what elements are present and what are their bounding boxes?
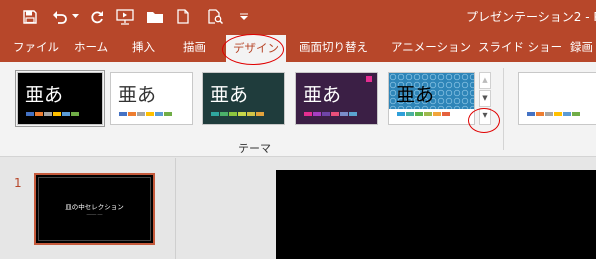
theme-preview-text: 亜あ — [118, 84, 157, 106]
tab-file[interactable]: ファイル — [13, 33, 59, 62]
undo-dropdown-icon[interactable] — [70, 0, 80, 33]
theme-color-swatches — [211, 112, 265, 116]
tab-home[interactable]: ホーム — [74, 33, 108, 62]
themes-group-label: テーマ — [238, 142, 271, 155]
present-from-start-icon[interactable] — [114, 0, 136, 33]
theme-color-swatches — [26, 112, 80, 116]
slide-number: 1 — [14, 176, 22, 190]
theme-color-swatches — [304, 112, 358, 116]
slide-title-text: 皿の中セレクション — [65, 203, 124, 211]
tab-transitions[interactable]: 画面切り替え — [299, 33, 368, 62]
redo-icon[interactable] — [88, 0, 106, 33]
theme-thumbnail[interactable]: 亜あ — [15, 70, 105, 127]
new-document-icon[interactable] — [174, 0, 192, 33]
theme-thumbnail[interactable]: 亜あ — [110, 72, 193, 125]
theme-preview-text: 亜あ — [303, 84, 342, 106]
theme-accent-block — [366, 76, 372, 82]
theme-thumbnail[interactable]: 亜あ — [202, 72, 285, 125]
theme-thumbnail[interactable] — [518, 72, 596, 125]
theme-preview-text: 亜あ — [25, 84, 64, 106]
save-icon[interactable] — [20, 0, 40, 33]
tab-slideshow[interactable]: スライド ショー — [478, 33, 562, 62]
theme-color-swatches — [397, 112, 451, 116]
group-divider — [503, 68, 504, 150]
slide-thumbnail-pane: 1 皿の中セレクション ──── ── — [0, 158, 176, 259]
theme-preview-text: 亜あ — [396, 84, 435, 106]
theme-color-swatches — [119, 112, 173, 116]
slide-canvas[interactable] — [276, 170, 596, 259]
gallery-more-button[interactable]: ▾ — [479, 108, 491, 125]
tab-record[interactable]: 録画 — [570, 33, 593, 62]
theme-thumbnail[interactable]: 亜あ — [388, 72, 475, 125]
print-preview-icon[interactable] — [205, 0, 225, 33]
gallery-scroll-up-button[interactable]: ▲ — [479, 72, 491, 89]
theme-thumbnail[interactable]: 亜あ — [295, 72, 378, 125]
gallery-scroll-down-button[interactable]: ▼ — [479, 90, 491, 107]
tab-insert[interactable]: 挿入 — [132, 33, 155, 62]
open-folder-icon[interactable] — [144, 0, 166, 33]
customize-qat-icon[interactable] — [238, 0, 250, 33]
tab-draw[interactable]: 描画 — [183, 33, 206, 62]
document-title: プレゼンテーション2 - Pov — [466, 10, 596, 24]
title-bar: プレゼンテーション2 - Pov — [0, 0, 596, 33]
theme-preview-text: 亜あ — [210, 84, 249, 106]
ribbon-tabs: ファイル ホーム 挿入 描画 デザイン 画面切り替え アニメーション スライド … — [0, 33, 596, 62]
undo-icon[interactable] — [50, 0, 70, 33]
design-ribbon: 亜あ 亜あ 亜あ 亜あ 亜あ ▲ ▼ ▾ テーマ — [0, 62, 596, 157]
theme-color-swatches — [527, 112, 581, 116]
slide-editing-area — [177, 158, 596, 259]
tab-design[interactable]: デザイン — [226, 35, 286, 62]
slide-thumbnail[interactable]: 皿の中セレクション ──── ── — [34, 173, 155, 245]
tab-animations[interactable]: アニメーション — [391, 33, 471, 62]
slide-subtitle-text: ──── ── — [86, 212, 103, 217]
